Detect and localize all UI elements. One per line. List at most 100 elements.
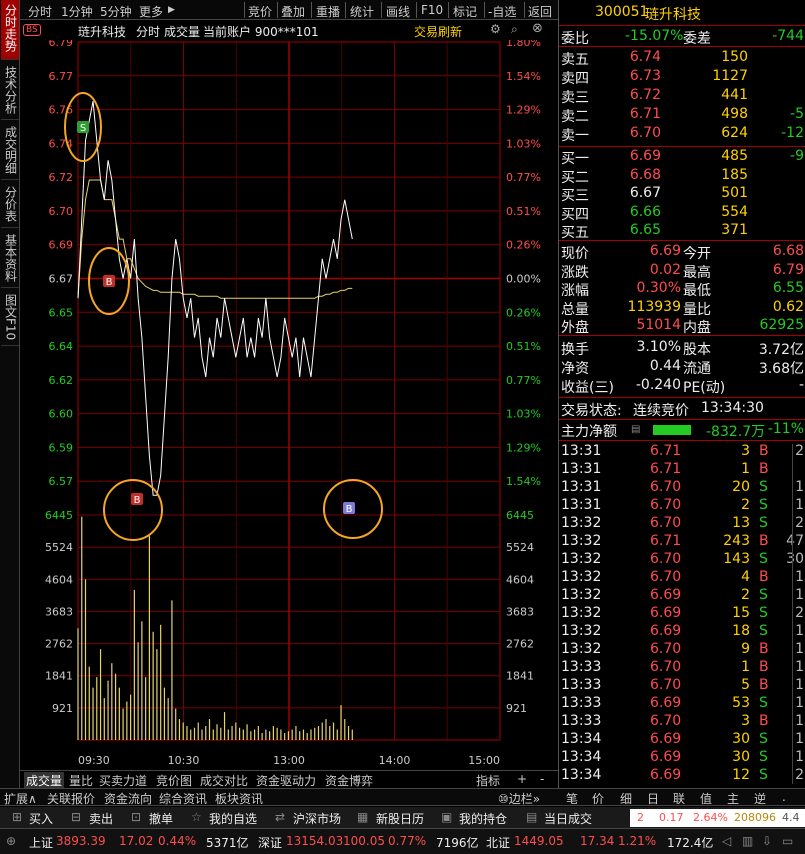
menu-back[interactable]: 返回 (528, 3, 552, 20)
tab-label: 技术分析 (3, 66, 18, 114)
volume-tick: 1841 (506, 670, 534, 683)
display-icon[interactable]: ▭ (782, 834, 793, 848)
tick-row: 13:31 6.71 1 B (559, 461, 805, 479)
market-button[interactable]: 沪深市场 (293, 810, 341, 827)
cancel-order-button[interactable]: 撤单 (149, 810, 173, 827)
speaker-icon[interactable]: ◁ (722, 834, 731, 848)
tick-volume: 9 (741, 641, 750, 657)
index-change: 17.02 (119, 834, 154, 848)
tick-volume: 1 (741, 659, 750, 675)
menu-5min[interactable]: 5分钟 (100, 3, 132, 20)
tab-trade-details[interactable]: 成交明细 (1, 122, 19, 180)
tick-volume: 243 (723, 533, 750, 549)
tick-volume: 3 (741, 713, 750, 729)
my-watchlist-button[interactable]: 我的自选 (209, 810, 257, 827)
tick-row: 13:32 6.70 9 B 1 (559, 641, 805, 659)
tab-sector-news[interactable]: 板块资讯 (215, 790, 263, 807)
download-icon[interactable]: ⇩ (762, 834, 772, 848)
chevron-right-icon[interactable]: ▶ (168, 5, 175, 15)
menu-1min[interactable]: 1分钟 (61, 3, 93, 20)
tab-volume-ratio[interactable]: 量比 (69, 772, 93, 789)
tab-daily[interactable]: 日 (647, 790, 659, 807)
tab-price[interactable]: 价 (592, 790, 604, 807)
ask-row: 卖二 6.71 498 -5 (559, 106, 805, 125)
settings-icon[interactable]: ⚙ (490, 22, 501, 36)
tick-side: B (759, 533, 769, 549)
tab-technical[interactable]: 技术分析 (1, 62, 19, 120)
expand-button[interactable]: 扩展∧ (4, 790, 37, 807)
list-icon[interactable]: ▤ (631, 424, 640, 435)
remove-indicator-button[interactable]: - (540, 772, 544, 786)
tab-news[interactable]: 综合资讯 (159, 790, 207, 807)
volume-label: 成交量 (164, 25, 201, 39)
intraday-chart[interactable]: 6.79 1.80%6.77 1.54%6.76 1.29%6.74 1.03%6.72… (20, 40, 558, 770)
tab-capital-game[interactable]: 资金博弈 (325, 772, 373, 789)
trade-refresh-link[interactable]: 交易刷新 (414, 23, 462, 40)
tab-volume[interactable]: 成交量 (24, 772, 65, 789)
tab-ticks[interactable]: 笔 (566, 790, 578, 807)
tick-scrollbar[interactable] (792, 444, 804, 784)
sidebar-toggle[interactable]: ⑩边栏» (498, 790, 540, 807)
menu-more[interactable]: 更多 (139, 3, 163, 20)
ipo-calendar-button[interactable]: 新股日历 (376, 810, 424, 827)
volume-tick: 4604 (506, 573, 534, 586)
tab-label: 基本资料 (3, 234, 18, 282)
bid-label: 买二 (561, 169, 589, 186)
menu-intraday[interactable]: 分时 (28, 3, 52, 20)
ask-row: 卖五 6.74 150 (559, 49, 805, 68)
menu-f10[interactable]: F10 (421, 3, 443, 17)
sell-button[interactable]: 卖出 (89, 810, 113, 827)
pct-tick: 0.77% (506, 374, 541, 387)
bid-price: 6.69 (629, 148, 661, 164)
tab-indicator[interactable]: 指标 (476, 772, 500, 789)
menu-draw[interactable]: 画线 (386, 3, 410, 20)
tab-more[interactable]: . (782, 790, 786, 804)
star-icon: ☆ (191, 810, 202, 824)
pct-tick: 0.26% (506, 239, 541, 252)
menu-auction[interactable]: 竞价 (248, 3, 272, 20)
tab-related-quotes[interactable]: 关联报价 (47, 790, 95, 807)
tick-row: 13:32 6.69 2 S 1 (559, 587, 805, 605)
tab-auction-chart[interactable]: 竞价图 (156, 772, 192, 789)
quote-value: 6.69 (649, 243, 681, 259)
tab-volume-compare[interactable]: 成交对比 (200, 772, 248, 789)
quote-row: 现价 6.69 今开 6.68 (559, 243, 805, 262)
tick-time: 13:33 (561, 713, 602, 729)
tab-buy-sell-force[interactable]: 买卖力道 (99, 772, 147, 789)
tab-price-table[interactable]: 分价表 (1, 182, 19, 228)
chart-icon[interactable]: ▥ (742, 834, 753, 848)
menu-watchlist[interactable]: -自选 (488, 3, 516, 20)
menu-mark[interactable]: 标记 (453, 3, 477, 20)
tick-side: B (759, 659, 769, 675)
menu-overlay[interactable]: 叠加 (281, 3, 305, 20)
tab-intraday[interactable]: 分时走势 (1, 0, 19, 60)
search-icon[interactable]: ⌕ (511, 22, 518, 37)
tick-side: B (759, 677, 769, 693)
tab-linked[interactable]: 联 (673, 790, 685, 807)
tick-side: S (759, 767, 768, 783)
tab-reverse[interactable]: 逆 (754, 790, 766, 807)
buy-button[interactable]: 买入 (29, 810, 53, 827)
main-flow-value: -832.7万 (706, 424, 766, 440)
tab-capital-drive[interactable]: 资金驱动力 (256, 772, 316, 789)
ask-price: 6.71 (629, 106, 661, 122)
today-deals-button[interactable]: 当日成交 (544, 810, 592, 827)
tab-basic-info[interactable]: 基本资料 (1, 230, 19, 288)
world-icon[interactable]: ⊕ (6, 834, 16, 848)
bs-badge[interactable]: BS (23, 24, 41, 36)
stock-name: 琏升科技 (645, 7, 701, 23)
tab-value[interactable]: 值 (700, 790, 712, 807)
weibi-value: -15.07% (625, 28, 684, 44)
tab-fund-flow[interactable]: 资金流向 (104, 790, 152, 807)
tab-detail[interactable]: 细 (620, 790, 632, 807)
add-indicator-button[interactable]: + (517, 772, 527, 786)
tab-f10[interactable]: 图文F10 (1, 290, 19, 346)
holdings-button[interactable]: 我的持仓 (459, 810, 507, 827)
volume-tick: 5524 (506, 541, 534, 554)
quote-label: 股本 (683, 342, 711, 358)
tab-main[interactable]: 主 (727, 790, 739, 807)
menu-replay[interactable]: 重播 (316, 3, 340, 20)
menu-stats[interactable]: 统计 (350, 3, 374, 20)
close-icon[interactable]: ⊗ (532, 21, 543, 36)
index-amount: 7196亿 (436, 836, 479, 850)
